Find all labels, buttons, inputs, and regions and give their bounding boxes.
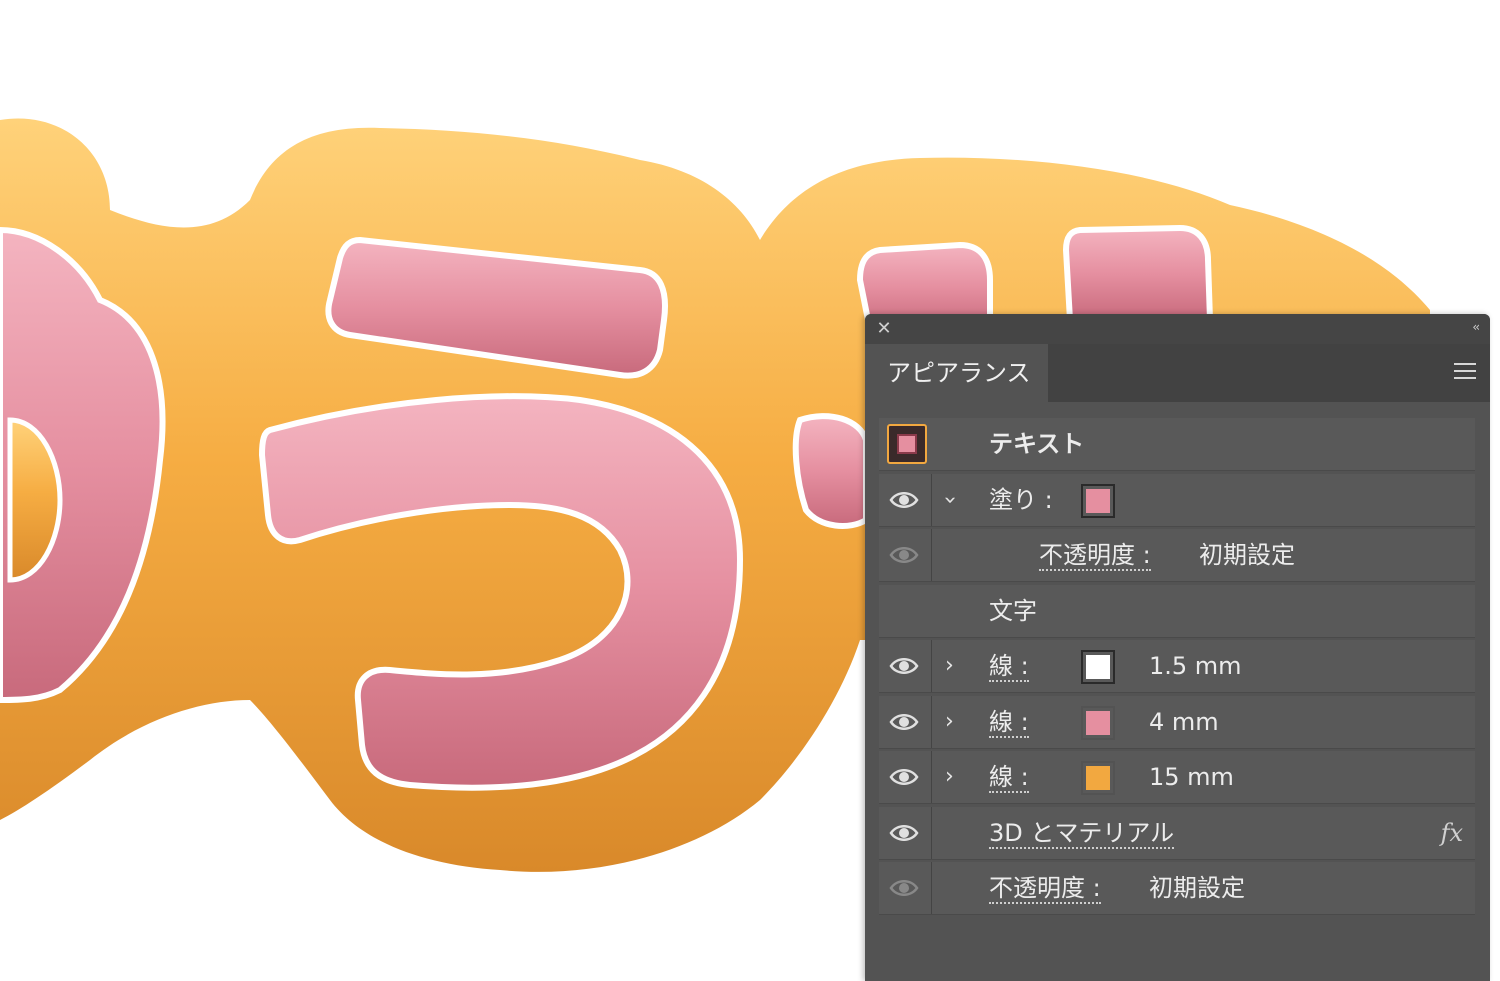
- row-divider: [931, 806, 932, 859]
- opacity-label[interactable]: 不透明度 :: [989, 874, 1101, 904]
- stroke-label[interactable]: 線 :: [989, 708, 1029, 738]
- row-divider: [931, 695, 932, 748]
- appearance-panel: ✕ ‹‹ アピアランス テキスト › 塗り : 不透明度 : 初期設定 文字 ›…: [865, 314, 1490, 981]
- fill-label: 塗り :: [989, 485, 1053, 514]
- stroke-weight-value[interactable]: 15 mm: [1149, 751, 1234, 803]
- eye-icon-dimmed[interactable]: [889, 877, 919, 899]
- row-divider: [931, 473, 932, 526]
- text-group-label: 文字: [989, 596, 1037, 625]
- chevron-down-icon[interactable]: ›: [935, 495, 963, 504]
- stroke-color-swatch[interactable]: [1081, 705, 1115, 740]
- tab-appearance[interactable]: アピアランス: [865, 344, 1048, 402]
- chevron-right-icon[interactable]: ›: [945, 652, 954, 680]
- eye-icon[interactable]: [889, 766, 919, 788]
- eye-icon[interactable]: [889, 489, 919, 511]
- chevron-right-icon[interactable]: ›: [945, 708, 954, 736]
- stroke-label[interactable]: 線 :: [989, 763, 1029, 793]
- effect-row[interactable]: 3D とマテリアル fx: [879, 806, 1475, 860]
- eye-icon-dimmed[interactable]: [889, 544, 919, 566]
- object-type-title: テキスト: [989, 430, 1085, 458]
- collapse-panel-icon[interactable]: ‹‹: [1472, 320, 1479, 334]
- stroke-weight-value[interactable]: 1.5 mm: [1149, 640, 1242, 692]
- stroke-row-3[interactable]: › 線 : 15 mm: [879, 751, 1475, 804]
- text-group-row[interactable]: 文字: [879, 584, 1475, 638]
- row-divider: [931, 751, 932, 803]
- fill-opacity-label[interactable]: 不透明度 :: [1039, 541, 1151, 571]
- stroke-row-2[interactable]: › 線 : 4 mm: [879, 695, 1475, 749]
- fx-icon[interactable]: fx: [1441, 819, 1463, 847]
- object-thumbnail-icon: [887, 424, 927, 464]
- panel-titlebar: ✕ ‹‹: [865, 314, 1490, 344]
- close-icon[interactable]: ✕: [875, 318, 893, 340]
- stroke-weight-value[interactable]: 4 mm: [1149, 696, 1219, 748]
- panel-tab-bar: アピアランス: [865, 344, 1490, 402]
- opacity-value: 初期設定: [1149, 874, 1245, 902]
- fill-color-swatch[interactable]: [1081, 483, 1115, 518]
- eye-icon[interactable]: [889, 822, 919, 844]
- opacity-row[interactable]: 不透明度 : 初期設定: [879, 862, 1475, 915]
- row-divider: [931, 640, 932, 692]
- stroke-row-1[interactable]: › 線 : 1.5 mm: [879, 640, 1475, 693]
- effect-3d-material-link[interactable]: 3D とマテリアル: [989, 819, 1175, 849]
- eye-icon[interactable]: [889, 711, 919, 733]
- fill-opacity-row[interactable]: 不透明度 : 初期設定: [879, 529, 1475, 582]
- fill-row[interactable]: › 塗り :: [879, 473, 1475, 527]
- panel-menu-icon[interactable]: [1454, 363, 1476, 381]
- row-divider: [931, 862, 932, 914]
- row-divider: [931, 529, 932, 581]
- stroke-label[interactable]: 線 :: [989, 652, 1029, 682]
- stroke-color-swatch[interactable]: [1081, 650, 1115, 684]
- stroke-color-swatch[interactable]: [1081, 761, 1115, 795]
- glyph-i-drop-shape: [792, 413, 869, 529]
- glyph-i-right-shape: [1062, 224, 1214, 323]
- appearance-list: テキスト › 塗り : 不透明度 : 初期設定 文字 › 線 : 1.5 mm …: [879, 418, 1475, 918]
- eye-icon[interactable]: [889, 655, 919, 677]
- fill-opacity-value: 初期設定: [1199, 541, 1295, 569]
- chevron-right-icon[interactable]: ›: [945, 763, 954, 791]
- appearance-header-row[interactable]: テキスト: [879, 418, 1475, 471]
